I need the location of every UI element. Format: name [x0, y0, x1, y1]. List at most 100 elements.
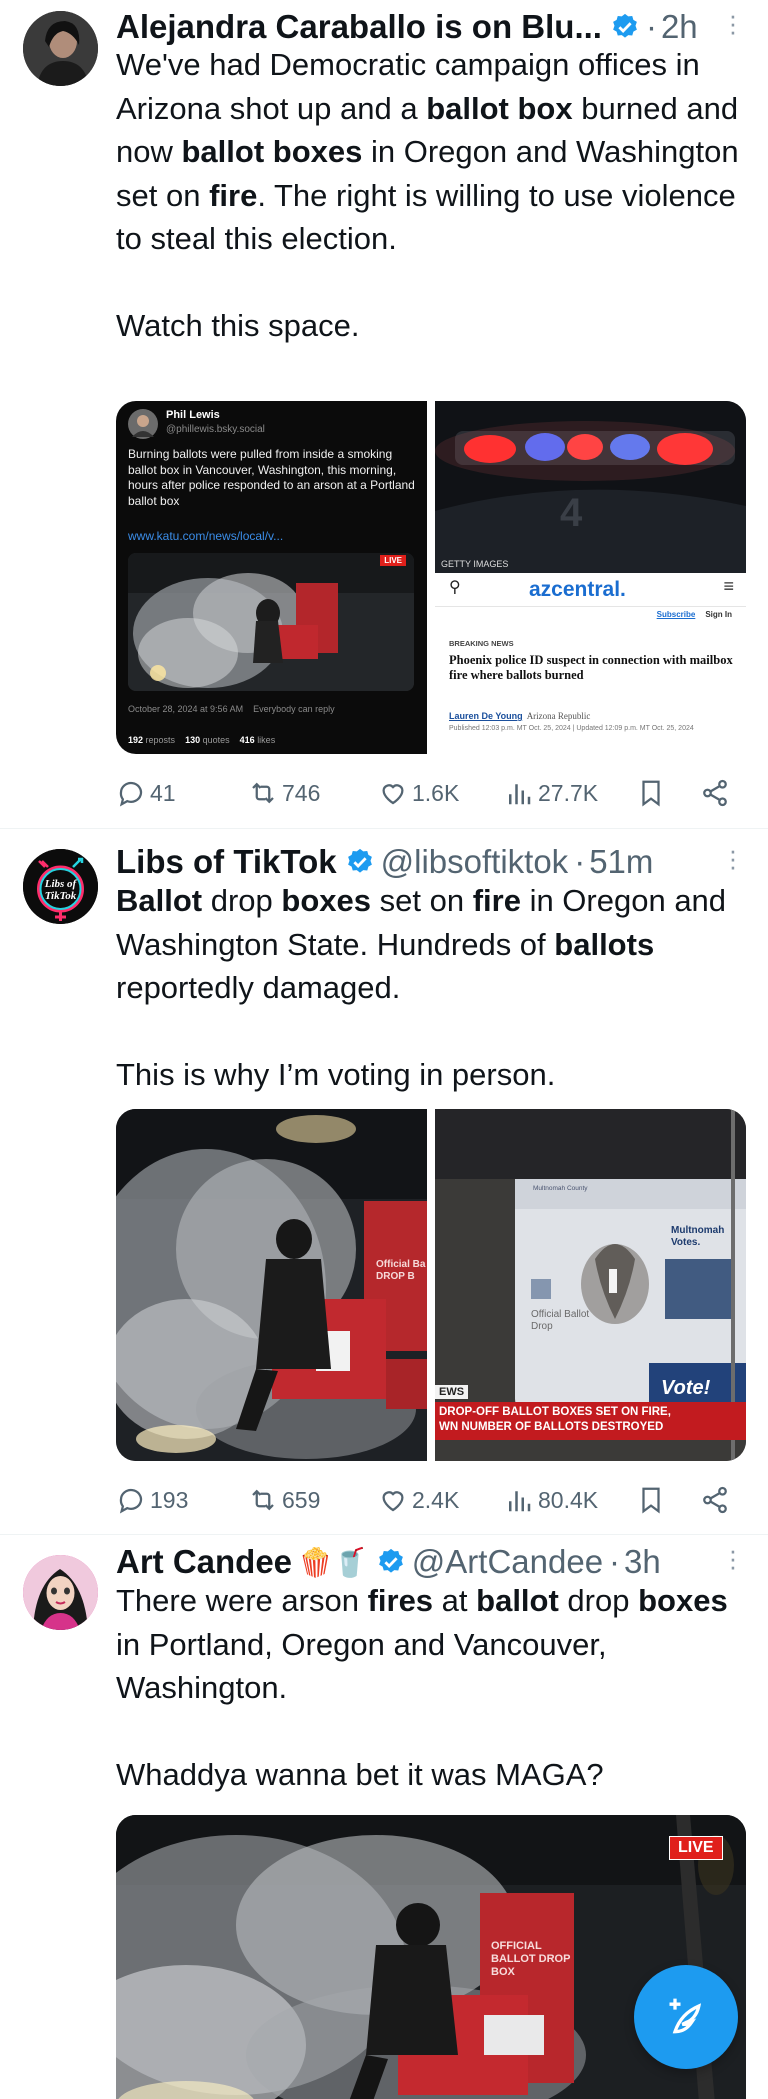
tweet-header: Libs of TikTok @libsoftiktok · 51m · · · [116, 837, 738, 884]
timestamp[interactable]: 3h [624, 1543, 661, 1581]
ballot-box-text: Official Ballot Drop [531, 1309, 590, 1332]
like-count: 1.6K [412, 779, 460, 806]
time-separator: · [609, 1543, 621, 1580]
embedded-quotes-label: quotes [202, 735, 230, 745]
repost-button[interactable]: 746 [248, 778, 320, 808]
name-emoji: 🍿🥤 [298, 1546, 368, 1578]
tweet-2[interactable]: Libs of TikTok Libs of TikTok @libsoftik… [0, 829, 768, 1534]
embedded-link[interactable]: www.katu.com/news/local/v... [128, 529, 283, 543]
highlighted-keyword: fires [367, 1583, 434, 1618]
embedded-reposts-label: reposts [145, 735, 176, 745]
tweet-text: Ballot drop boxes set on fire in Oregon … [116, 879, 754, 1097]
timestamp[interactable]: 51m [589, 843, 653, 881]
embedded-avatar [128, 409, 158, 439]
tweet-header: Art Candee 🍿🥤 @ArtCandee · 3h · · · [116, 1537, 738, 1584]
news-article-image[interactable]: 4 GETTY IMAGES ⚲ azcentral. ≡ Subscribe … [435, 401, 746, 754]
tweet-text-segment: drop [558, 1583, 639, 1618]
news-published: Published 12:03 p.m. MT Oct. 25, 2024 | … [449, 725, 694, 732]
highlighted-keyword: Ballot [116, 883, 203, 918]
views-icon [509, 1491, 531, 1512]
chyron-line-1: DROP-OFF BALLOT BOXES SET ON FIRE, [439, 1406, 671, 1418]
reply-button[interactable]: 41 [116, 778, 176, 808]
news-kicker: BREAKING NEWS [449, 639, 514, 648]
handle[interactable]: @libsoftiktok [381, 843, 569, 881]
timestamp[interactable]: 2h [661, 8, 698, 46]
avatar-image [23, 11, 98, 86]
repost-count: 659 [282, 1486, 321, 1513]
tweet-text: There were arson fires at ballot drop bo… [116, 1579, 754, 1797]
tweet-text-second: This is why I’m voting in person. [116, 1057, 556, 1092]
svg-text:Libs of: Libs of [44, 878, 78, 890]
tweet-media[interactable]: Official Ba DROP B Multnomah County Mult… [116, 1109, 746, 1461]
embedded-meta: October 28, 2024 at 9:56 AM Everybody ca… [128, 704, 335, 714]
highlighted-keyword: boxes [281, 883, 372, 918]
embedded-likes-count: 416 [239, 735, 255, 745]
more-icon[interactable]: · · · [728, 2, 738, 44]
more-icon[interactable]: · · · [728, 837, 738, 879]
menu-icon: ≡ [723, 576, 734, 596]
tweet-text-second: Watch this space. [116, 308, 360, 343]
highlighted-keyword: ballot boxes [181, 134, 363, 169]
news-subscribe: Subscribe [656, 610, 696, 619]
views-button[interactable]: 27.7K [504, 778, 598, 808]
reply-icon [119, 1488, 143, 1514]
avatar[interactable]: Libs of TikTok [23, 849, 98, 924]
tweet-text-main: There were arson fires at ballot drop bo… [116, 1579, 754, 1710]
news-brand: azcentral. [529, 578, 626, 601]
tweet-1[interactable]: Alejandra Caraballo is on Blu... · 2h · ·… [0, 0, 768, 828]
views-icon [509, 784, 531, 805]
verified-badge-icon [347, 848, 372, 873]
embedded-reposts-count: 192 [128, 735, 144, 745]
avatar[interactable] [23, 1555, 98, 1630]
bookmark-icon[interactable] [636, 778, 666, 808]
reply-icon [119, 781, 143, 807]
reply-button[interactable]: 193 [116, 1485, 188, 1515]
share-icon[interactable] [700, 1485, 730, 1515]
highlighted-keyword: fire [209, 177, 258, 213]
embedded-quotes-count: 130 [185, 735, 201, 745]
handle[interactable]: @ArtCandee [412, 1543, 603, 1581]
highlighted-keyword: ballot box [426, 90, 573, 126]
repost-button[interactable]: 659 [248, 1485, 320, 1515]
highlighted-keyword: ballots [554, 926, 655, 962]
highlighted-keyword: ballot [476, 1583, 559, 1618]
ballot-box-smoke-photo[interactable]: Official Ba DROP B [116, 1109, 427, 1461]
like-button[interactable]: 1.6K [378, 778, 459, 808]
like-icon [382, 784, 404, 805]
embedded-post-image[interactable]: Phil Lewis @phillewis.bsky.social Burnin… [116, 401, 427, 754]
views-button[interactable]: 80.4K [504, 1485, 598, 1515]
compose-post-button[interactable] [634, 1965, 738, 2069]
more-icon[interactable]: · · · [728, 1537, 738, 1579]
news-chyron: DROP-OFF BALLOT BOXES SET ON FIRE, WN NU… [435, 1402, 746, 1440]
time-separator: · [645, 8, 657, 45]
svg-text:4: 4 [560, 491, 583, 535]
tweet-media[interactable]: Phil Lewis @phillewis.bsky.social Burnin… [116, 401, 746, 754]
verified-badge-icon [378, 1548, 403, 1573]
embedded-video-thumbnail[interactable]: LIVE [128, 553, 414, 691]
avatar[interactable] [23, 11, 98, 86]
news-author: Lauren De Young [449, 711, 523, 721]
embedded-date: October 28, 2024 at 9:56 AM [128, 704, 244, 714]
news-byline: Lauren De Young Arizona Republic [449, 711, 590, 721]
svg-text:TikTok: TikTok [45, 890, 77, 902]
reply-count: 193 [150, 1486, 189, 1513]
like-button[interactable]: 2.4K [378, 1485, 459, 1515]
embedded-author: Phil Lewis [166, 409, 220, 421]
tweet-text-segment: drop [202, 883, 282, 918]
news-tag: EWS [435, 1385, 469, 1399]
views-count: 27.7K [538, 779, 599, 806]
repost-icon [252, 1489, 274, 1511]
bookmark-icon[interactable] [636, 1485, 666, 1515]
news-broadcast-still[interactable]: Multnomah County Multnomah Votes. Offici… [435, 1109, 746, 1461]
like-icon [382, 1491, 404, 1512]
display-name[interactable]: Art Candee [116, 1543, 292, 1581]
share-icon[interactable] [700, 778, 730, 808]
news-headline: Phoenix police ID suspect in connection … [449, 653, 733, 682]
tweet-text-second: Whaddya wanna bet it was MAGA? [116, 1757, 604, 1792]
display-name[interactable]: Alejandra Caraballo is on Blu... [116, 8, 602, 46]
display-name[interactable]: Libs of TikTok [116, 843, 337, 881]
tweet-text-main: Ballot drop boxes set on fire in Oregon … [116, 879, 754, 1010]
county-brand: Multnomah Votes. [671, 1225, 725, 1248]
time-separator: · [574, 843, 586, 880]
embedded-handle: @phillewis.bsky.social [166, 424, 265, 435]
